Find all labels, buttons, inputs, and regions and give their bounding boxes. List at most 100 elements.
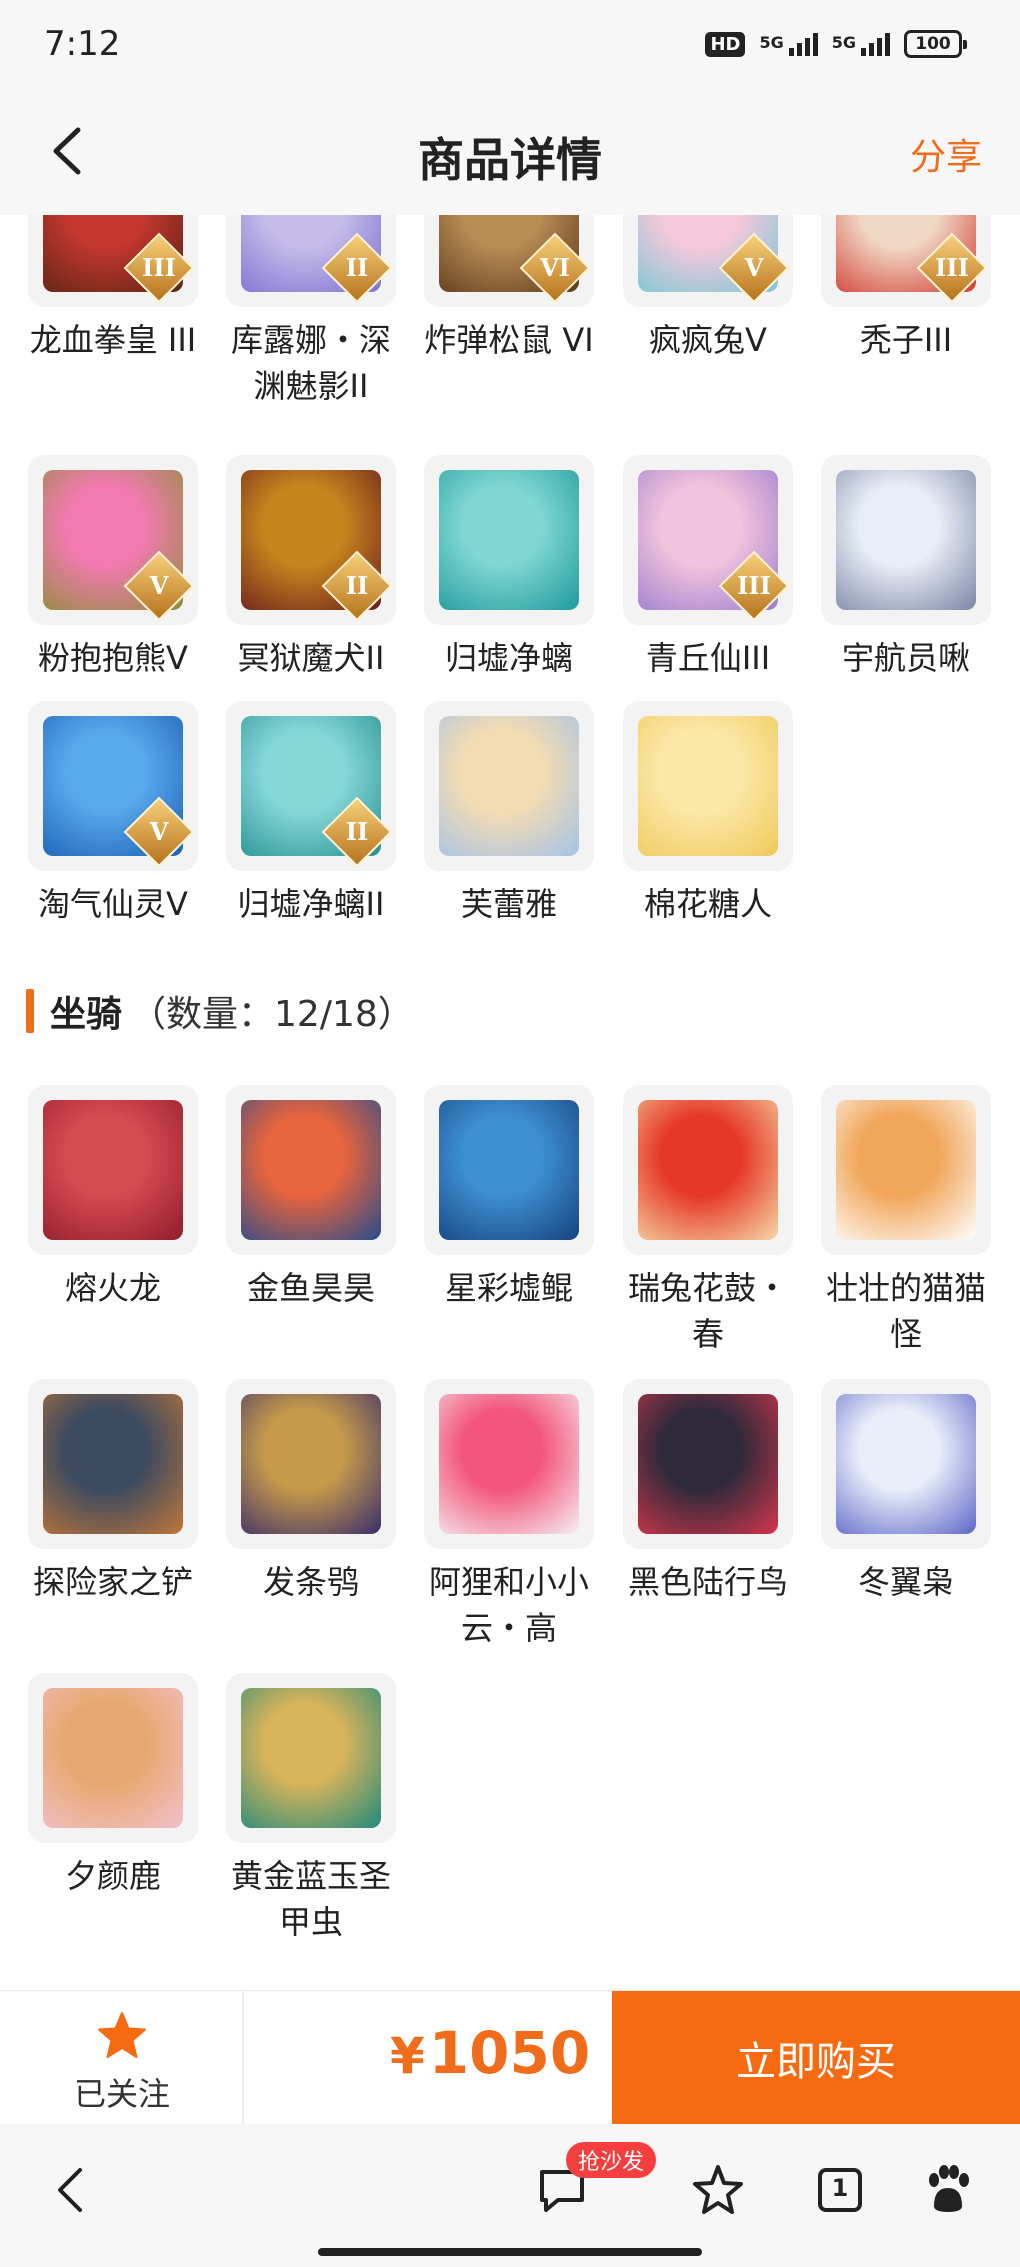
- skin-item[interactable]: V 粉抱抱熊Ⅴ: [28, 455, 198, 681]
- item-name: 阿狸和小小云・高: [428, 1563, 589, 1647]
- nav-bar: 商品详情 分享: [0, 90, 1020, 215]
- skin-item[interactable]: 芙蕾雅: [424, 701, 594, 927]
- mount-item[interactable]: 阿狸和小小云・高: [424, 1379, 594, 1651]
- item-name: 壮壮的猫猫怪: [825, 1269, 986, 1353]
- skin-item[interactable]: 归墟净螭: [424, 455, 594, 681]
- item-thumbnail: [623, 701, 793, 871]
- item-image: [638, 1394, 778, 1534]
- item-name: 龙血拳皇 III: [29, 321, 197, 359]
- item-name: 归墟净螭: [444, 639, 573, 677]
- item-name: 归墟净螭II: [237, 885, 385, 923]
- level-label: III: [737, 571, 771, 600]
- item-thumbnail: [226, 1085, 396, 1255]
- star-filled-icon: [98, 2012, 146, 2058]
- status-bar: 7:12 HD 5G 5G 100: [0, 0, 1020, 90]
- purchase-bar: 已关注 ¥1050 立即购买: [0, 1990, 1020, 2125]
- product-content[interactable]: III 龙血拳皇 III II 库露娜・深渊魅影II VI 炸弹松鼠 VI V 疯疯兔V III…: [0, 215, 1020, 1963]
- follow-button[interactable]: 已关注: [0, 1991, 244, 2125]
- skin-item[interactable]: II 冥狱魔犬II: [226, 455, 396, 681]
- item-thumbnail: II: [226, 701, 396, 871]
- level-label: V: [149, 817, 169, 846]
- item-name: 冥狱魔犬II: [237, 639, 385, 677]
- mount-item[interactable]: 壮壮的猫猫怪: [821, 1085, 991, 1357]
- item-name: 黄金蓝玉圣甲虫: [230, 1857, 391, 1941]
- item-image: [439, 1394, 579, 1534]
- hd-voice-icon: HD: [705, 31, 746, 57]
- item-image: [836, 1100, 976, 1240]
- skin-item[interactable]: III 秃子III: [821, 215, 991, 363]
- skin-item[interactable]: II 归墟净螭II: [226, 701, 396, 927]
- skin-item[interactable]: V 疯疯兔V: [623, 215, 793, 363]
- item-image: [43, 1688, 183, 1828]
- skin-item[interactable]: III 青丘仙III: [623, 455, 793, 681]
- skin-item[interactable]: 宇航员啾: [821, 455, 991, 681]
- home-indicator[interactable]: [318, 2248, 702, 2256]
- buy-now-button[interactable]: 立即购买: [612, 1991, 1020, 2125]
- mount-item[interactable]: 金鱼昊昊: [226, 1085, 396, 1311]
- battery-icon: 100: [904, 30, 967, 58]
- mount-item[interactable]: 熔火龙: [28, 1085, 198, 1311]
- skin-item[interactable]: III 龙血拳皇 III: [28, 215, 198, 363]
- favorite-star-icon[interactable]: [690, 2162, 746, 2218]
- item-name: 淘气仙灵V: [38, 885, 188, 923]
- mount-item[interactable]: 瑞兔花鼓・春: [623, 1085, 793, 1357]
- mount-item[interactable]: 发条鸮: [226, 1379, 396, 1605]
- status-indicators: HD 5G 5G 100: [705, 30, 967, 58]
- skin-item[interactable]: V 淘气仙灵V: [28, 701, 198, 927]
- item-thumbnail: V: [623, 215, 793, 307]
- share-button[interactable]: 分享: [910, 128, 982, 180]
- mount-item[interactable]: 黑色陆行鸟: [623, 1379, 793, 1605]
- level-label: II: [345, 571, 369, 600]
- item-thumbnail: [226, 1673, 396, 1843]
- skin-item[interactable]: II 库露娜・深渊魅影II: [226, 215, 396, 409]
- section-title: 坐骑: [50, 994, 123, 1035]
- item-name: 瑞兔花鼓・春: [627, 1269, 788, 1353]
- item-thumbnail: [28, 1085, 198, 1255]
- network-type-label: 5G: [759, 32, 784, 52]
- network-type-label-2: 5G: [831, 32, 856, 52]
- page-title: 商品详情: [418, 133, 602, 187]
- mount-item[interactable]: 探险家之铲: [28, 1379, 198, 1605]
- item-image: [836, 1394, 976, 1534]
- item-thumbnail: II: [226, 215, 396, 307]
- mount-item[interactable]: 夕颜鹿: [28, 1673, 198, 1899]
- level-label: II: [345, 817, 369, 846]
- mounts-section-header: 坐骑 （数量：12/18）: [26, 985, 414, 1037]
- section-count: （数量：12/18）: [130, 994, 414, 1035]
- mount-item[interactable]: 冬翼枭: [821, 1379, 991, 1605]
- back-icon[interactable]: [44, 2162, 100, 2218]
- item-thumbnail: [821, 1379, 991, 1549]
- item-name: 探险家之铲: [32, 1563, 193, 1601]
- level-label: II: [345, 253, 369, 282]
- section-accent-bar: [26, 989, 34, 1033]
- baidu-paw-icon[interactable]: [920, 2162, 976, 2218]
- skin-item[interactable]: 棉花糖人: [623, 701, 793, 927]
- mount-item[interactable]: 黄金蓝玉圣甲虫: [226, 1673, 396, 1945]
- item-thumbnail: V: [28, 701, 198, 871]
- item-thumbnail: [424, 701, 594, 871]
- item-image: [836, 470, 976, 610]
- price-value: 1050: [428, 2019, 591, 2087]
- level-label: III: [935, 253, 969, 282]
- item-thumbnail: III: [821, 215, 991, 307]
- item-thumbnail: [424, 455, 594, 625]
- item-image: [638, 1100, 778, 1240]
- tabs-button[interactable]: 1: [812, 2162, 868, 2218]
- item-name: 青丘仙III: [645, 639, 771, 677]
- comment-badge: 抢沙发: [566, 2142, 657, 2178]
- item-thumbnail: III: [623, 455, 793, 625]
- item-image: [241, 1100, 381, 1240]
- mount-item[interactable]: 星彩墟鲲: [424, 1085, 594, 1311]
- item-name: 炸弹松鼠 VI: [424, 321, 594, 359]
- item-name: 芙蕾雅: [460, 885, 557, 923]
- skin-item[interactable]: VI 炸弹松鼠 VI: [424, 215, 594, 363]
- status-time: 7:12: [44, 24, 121, 64]
- follow-label: 已关注: [73, 2075, 170, 2113]
- item-thumbnail: [28, 1379, 198, 1549]
- item-name: 熔火龙: [64, 1269, 161, 1307]
- item-thumbnail: [821, 1085, 991, 1255]
- item-thumbnail: [821, 455, 991, 625]
- item-thumbnail: III: [28, 215, 198, 307]
- item-thumbnail: [424, 1085, 594, 1255]
- item-image: [439, 1100, 579, 1240]
